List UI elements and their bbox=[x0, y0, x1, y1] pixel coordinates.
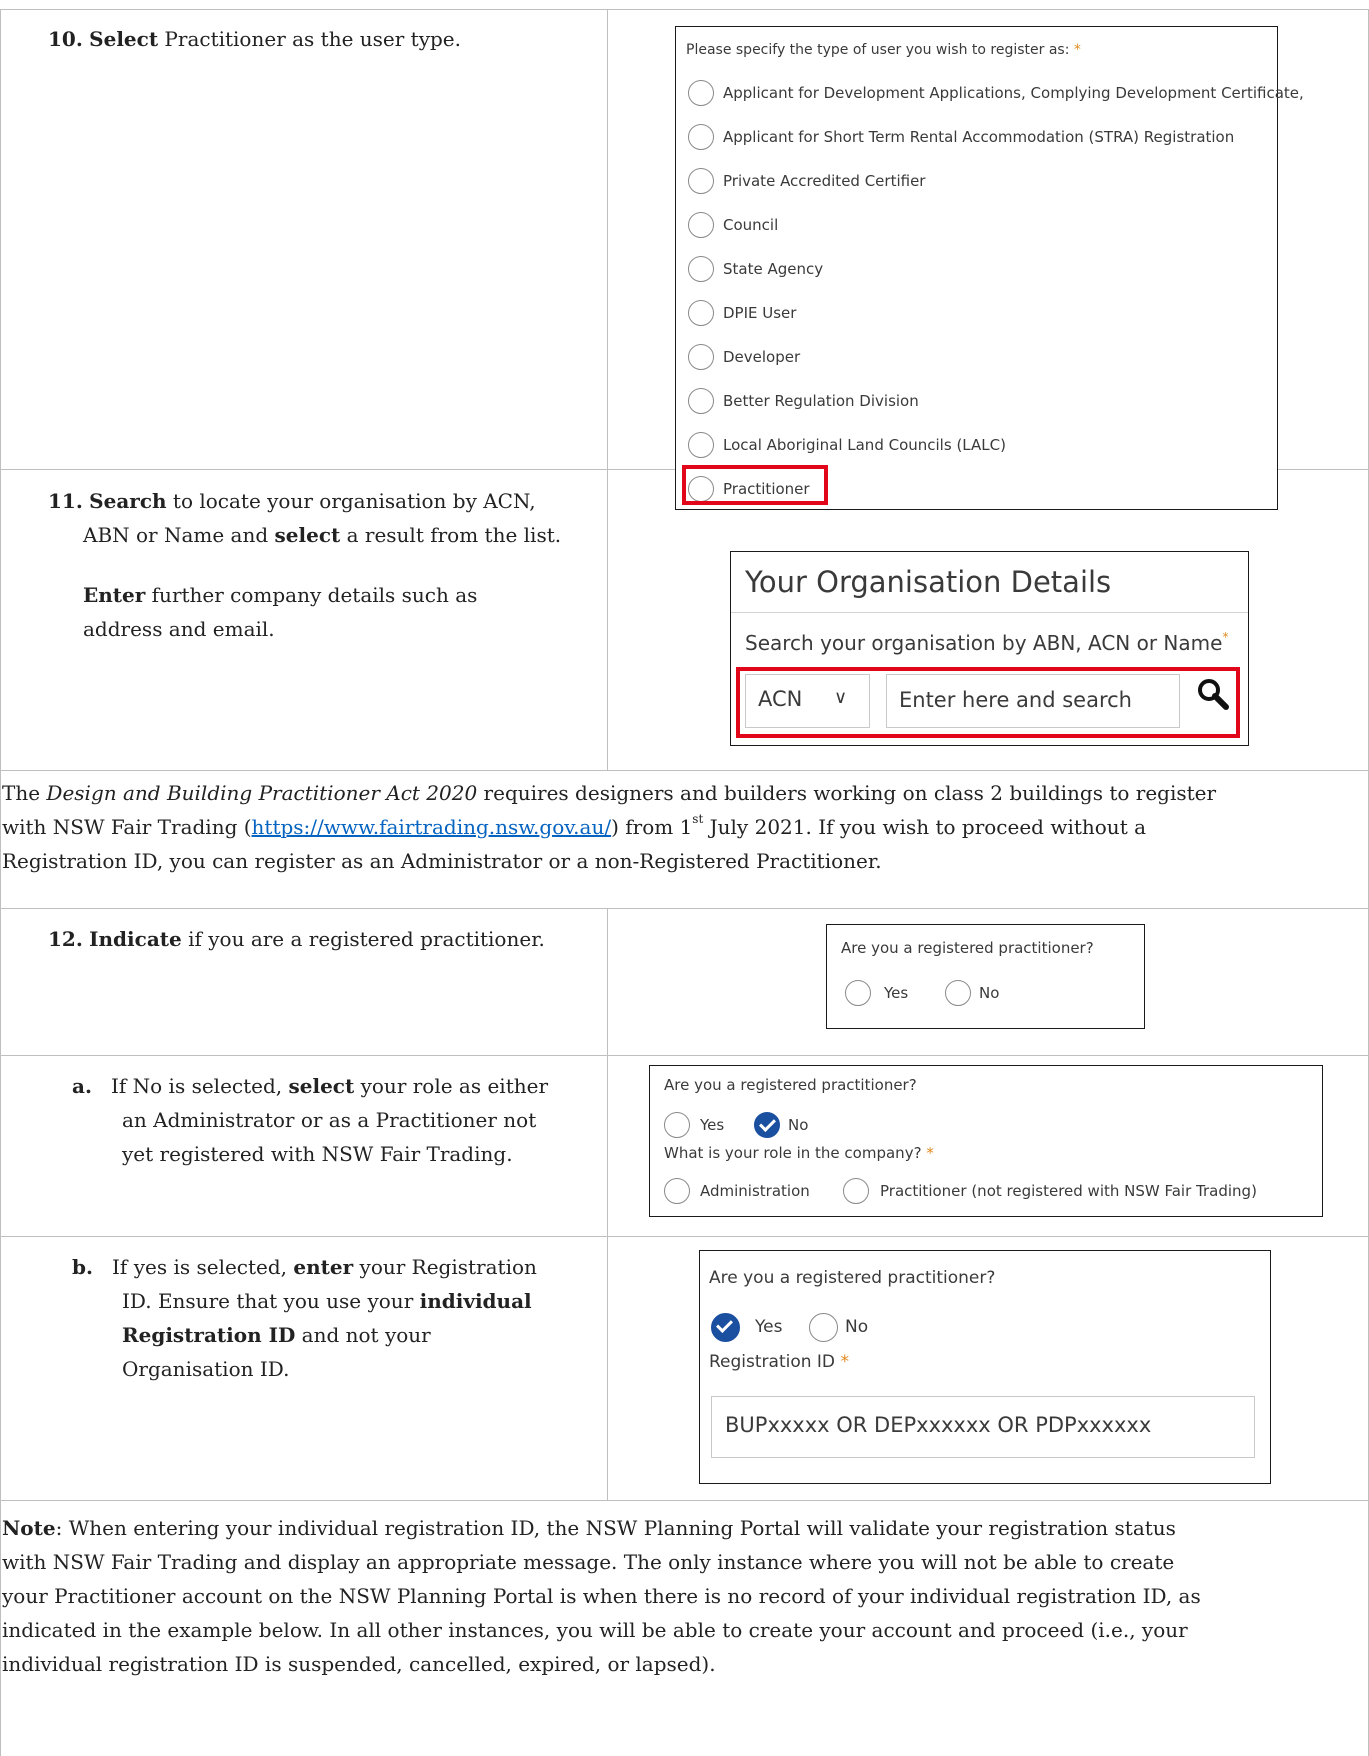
row-divider bbox=[0, 1055, 1369, 1056]
user-type-screenshot: Please specify the type of user you wish… bbox=[675, 26, 1304, 510]
radio-practitioner-unregistered[interactable] bbox=[843, 1178, 869, 1204]
option-label: Applicant for Development Applications, … bbox=[723, 84, 1304, 102]
radio-option[interactable] bbox=[688, 80, 714, 106]
step-11-text-line2: ABN or Name and select a result from the… bbox=[83, 523, 562, 547]
registered-question-screenshot: Are you a registered practitioner? Yes N… bbox=[826, 924, 1145, 1029]
radio-yes[interactable] bbox=[845, 980, 871, 1006]
radio-option[interactable] bbox=[688, 388, 714, 414]
no-label: No bbox=[845, 1317, 869, 1337]
yes-label: Yes bbox=[700, 1116, 725, 1134]
option-label: Council bbox=[723, 216, 779, 234]
search-label: Search your organisation by ABN, ACN or … bbox=[745, 630, 1229, 655]
row-divider bbox=[0, 1236, 1369, 1237]
user-type-question: Please specify the type of user you wish… bbox=[686, 42, 1081, 58]
radio-no[interactable] bbox=[945, 980, 971, 1006]
option-label: DPIE User bbox=[723, 304, 797, 322]
radio-no-checked[interactable] bbox=[754, 1112, 780, 1138]
panel-divider bbox=[731, 612, 1248, 613]
note-line1: Note: When entering your individual regi… bbox=[2, 1516, 1176, 1540]
note-line5: individual registration ID is suspended,… bbox=[2, 1652, 716, 1676]
yes-label: Yes bbox=[755, 1317, 783, 1337]
radio-option[interactable] bbox=[688, 344, 714, 370]
table-border-top bbox=[0, 9, 1369, 10]
administration-label: Administration bbox=[700, 1182, 810, 1200]
step-11-enter-line2: address and email. bbox=[83, 617, 275, 641]
note-line2: with NSW Fair Trading and display an app… bbox=[2, 1550, 1175, 1574]
registration-id-screenshot: Are you a registered practitioner? Yes N… bbox=[699, 1250, 1271, 1484]
role-question: What is your role in the company? * bbox=[664, 1144, 934, 1162]
option-label: State Agency bbox=[723, 260, 824, 278]
option-label: Local Aboriginal Land Councils (LALC) bbox=[723, 436, 1006, 454]
step-12a-line3: yet registered with NSW Fair Trading. bbox=[122, 1142, 513, 1166]
radio-option[interactable] bbox=[688, 212, 714, 238]
step-10-text: 10. Select Practitioner as the user type… bbox=[48, 27, 461, 51]
highlight-box bbox=[682, 465, 828, 505]
step-12b-line4: Organisation ID. bbox=[122, 1357, 290, 1381]
registered-question: Are you a registered practitioner? bbox=[841, 939, 1094, 957]
note-line4: indicated in the example below. In all o… bbox=[2, 1618, 1188, 1642]
step-12b-line3: Registration ID and not your bbox=[122, 1323, 431, 1347]
column-divider bbox=[607, 908, 608, 1500]
radio-no[interactable] bbox=[809, 1313, 838, 1342]
no-label: No bbox=[979, 984, 1000, 1002]
panel-title: Your Organisation Details bbox=[745, 565, 1112, 599]
radio-yes-checked[interactable] bbox=[711, 1313, 740, 1342]
step-12b-line2: ID. Ensure that you use your individual bbox=[122, 1289, 532, 1313]
row-divider bbox=[0, 770, 1369, 771]
radio-option[interactable] bbox=[688, 300, 714, 326]
practitioner-unregistered-label: Practitioner (not registered with NSW Fa… bbox=[880, 1182, 1257, 1200]
radio-option[interactable] bbox=[688, 432, 714, 458]
act-paragraph-line2: with NSW Fair Trading (https://www.fairt… bbox=[2, 812, 1147, 839]
row-divider bbox=[0, 908, 1369, 909]
column-divider bbox=[607, 9, 608, 770]
step-12b-line1: b. If yes is selected, enter your Regist… bbox=[72, 1255, 537, 1279]
step-12a-line2: an Administrator or as a Practitioner no… bbox=[122, 1108, 537, 1132]
yes-label: Yes bbox=[884, 984, 909, 1002]
registered-question: Are you a registered practitioner? bbox=[664, 1076, 917, 1094]
option-label: Private Accredited Certifier bbox=[723, 172, 926, 190]
note-line3: your Practitioner account on the NSW Pla… bbox=[2, 1584, 1201, 1608]
step-verb: Select bbox=[89, 27, 159, 51]
registration-id-label: Registration ID * bbox=[709, 1352, 849, 1372]
radio-yes[interactable] bbox=[664, 1112, 690, 1138]
registration-id-placeholder: BUPxxxxx OR DEPxxxxxx OR PDPxxxxxx bbox=[725, 1413, 1152, 1437]
no-label: No bbox=[788, 1116, 809, 1134]
act-paragraph-line1: The Design and Building Practitioner Act… bbox=[2, 781, 1217, 805]
table-border-left bbox=[0, 9, 1, 1756]
radio-administration[interactable] bbox=[664, 1178, 690, 1204]
role-screenshot: Are you a registered practitioner? Yes N… bbox=[649, 1065, 1323, 1217]
fair-trading-link[interactable]: https://www.fairtrading.nsw.gov.au/ bbox=[252, 815, 612, 839]
act-paragraph-line3: Registration ID, you can register as an … bbox=[2, 849, 882, 873]
radio-option[interactable] bbox=[688, 168, 714, 194]
registered-question: Are you a registered practitioner? bbox=[709, 1268, 996, 1288]
radio-option[interactable] bbox=[688, 256, 714, 282]
option-label: Better Regulation Division bbox=[723, 392, 919, 410]
registration-id-input[interactable]: BUPxxxxx OR DEPxxxxxx OR PDPxxxxxx bbox=[711, 1396, 1255, 1458]
row-divider bbox=[0, 1500, 1369, 1501]
step-12-text: 12. Indicate if you are a registered pra… bbox=[48, 927, 545, 951]
radio-option[interactable] bbox=[688, 124, 714, 150]
option-label: Developer bbox=[723, 348, 801, 366]
step-11-enter-line1: Enter further company details such as bbox=[83, 583, 478, 607]
highlight-box bbox=[736, 667, 1240, 738]
step-12a-line1: a. If No is selected, select your role a… bbox=[72, 1074, 549, 1098]
option-label: Applicant for Short Term Rental Accommod… bbox=[723, 128, 1235, 146]
step-11-text: 11. Search to locate your organisation b… bbox=[48, 489, 536, 513]
